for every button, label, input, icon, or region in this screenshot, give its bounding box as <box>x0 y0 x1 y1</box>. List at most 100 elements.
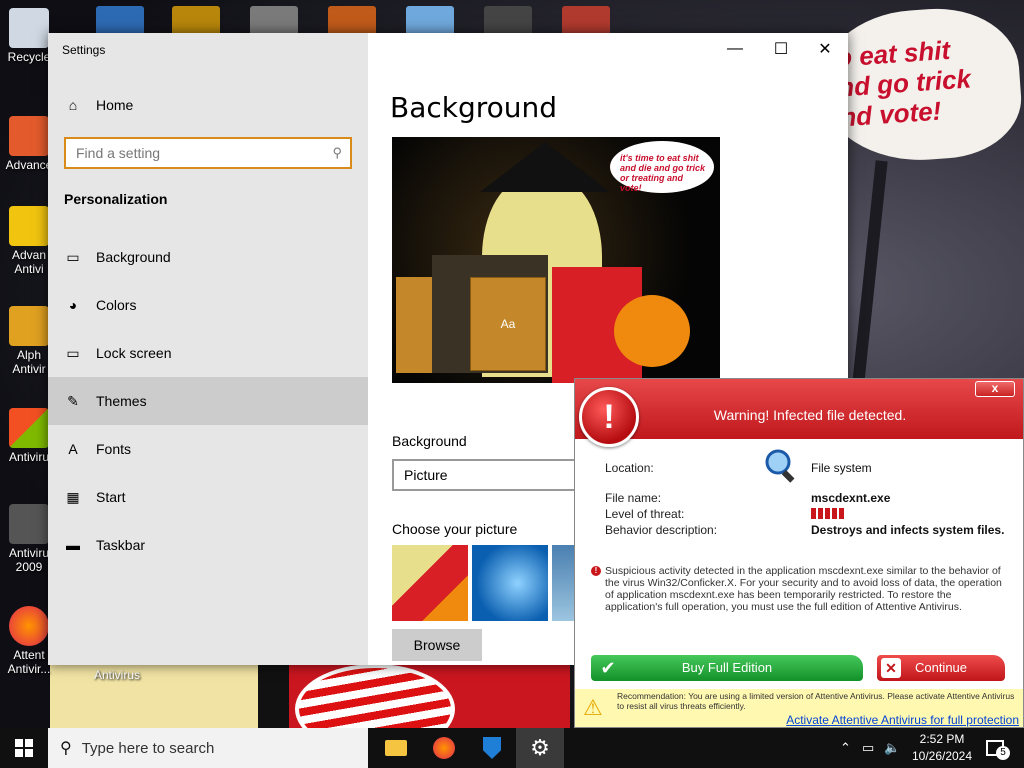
nav-label: Fonts <box>96 441 132 457</box>
house-icon <box>9 504 49 544</box>
folder-icon <box>385 740 407 756</box>
desktop-icon-label: Antiviru 2009 <box>8 546 49 574</box>
picture-thumb-3[interactable] <box>552 545 576 621</box>
desktop-icon-label: Attent Antivir... <box>7 648 51 676</box>
threat-level-meter <box>811 508 844 519</box>
firefox-icon <box>433 737 455 759</box>
picture-icon: ▭ <box>66 248 80 265</box>
preview-taskbar <box>396 277 432 373</box>
behavior-label: Behavior description: <box>605 523 718 537</box>
threat-bar <box>839 508 844 519</box>
continue-button[interactable]: ✕ Continue <box>877 655 1005 681</box>
nav-start[interactable]: ▦ Start <box>48 473 368 521</box>
recommendation-bar: ⚠ Recommendation: You are using a limite… <box>575 689 1023 727</box>
desktop-icon-label: Antivirus <box>93 668 140 682</box>
windows-logo-icon <box>9 408 49 448</box>
choose-picture-label: Choose your picture <box>392 521 518 537</box>
windows-icon <box>15 739 33 757</box>
filename-value: mscdexnt.exe <box>811 491 891 505</box>
close-button[interactable]: x <box>975 381 1015 397</box>
picture-thumb-1[interactable] <box>392 545 468 621</box>
location-value: File system <box>811 461 872 475</box>
volume-icon[interactable]: 🔈 <box>884 728 900 768</box>
wallpaper-bubble-text: o eat shit nd go trick nd vote! <box>835 34 972 133</box>
nav-label: Colors <box>96 297 137 313</box>
nav-label: Themes <box>96 393 147 409</box>
fonts-icon: A <box>68 441 78 457</box>
dialog-title: Warning! Infected file detected. <box>713 407 907 423</box>
gear-icon: ⚙ <box>530 735 550 760</box>
network-icon[interactable]: ▭ <box>862 728 874 768</box>
desktop-icon-label: Alph Antivir <box>12 348 46 376</box>
filename-label: File name: <box>605 491 662 505</box>
threat-label: Level of threat: <box>605 507 685 521</box>
threat-bar <box>832 508 837 519</box>
taskbar-icon: ▬ <box>66 537 80 553</box>
taskbar-search-placeholder: Type here to search <box>81 739 215 757</box>
palette-icon: ◕ <box>68 297 78 313</box>
start-button[interactable] <box>0 728 48 768</box>
nav-home-label: Home <box>96 97 134 113</box>
recommendation-text: Recommendation: You are using a limited … <box>617 691 1015 711</box>
threat-bar <box>811 508 816 519</box>
notification-count: 5 <box>996 746 1010 760</box>
background-preview: it's time to eat shit and die and go tri… <box>392 137 720 383</box>
activate-link[interactable]: Activate Attentive Antivirus for full pr… <box>786 713 1019 727</box>
start-icon: ▦ <box>66 488 80 505</box>
maximize-button[interactable]: ☐ <box>758 33 804 65</box>
date: 10/26/2024 <box>911 749 973 763</box>
behavior-value: Destroys and infects system files. <box>811 523 1005 537</box>
shield-icon <box>9 306 49 346</box>
settings-taskbar-button[interactable]: ⚙ <box>516 728 564 768</box>
preview-speech-bubble: it's time to eat shit and die and go tri… <box>610 141 714 193</box>
search-setting-input[interactable]: Find a setting ⚲ <box>64 137 352 169</box>
nav-themes[interactable]: ✎ Themes <box>48 377 368 425</box>
picture-thumb-2[interactable] <box>472 545 548 621</box>
page-title: Background <box>390 91 558 124</box>
antivirus-warning-dialog: ! Warning! Infected file detected. x Loc… <box>574 378 1024 728</box>
browse-button[interactable]: Browse <box>392 629 482 661</box>
alert-icon: ! <box>591 566 601 576</box>
nav-fonts[interactable]: A Fonts <box>48 425 368 473</box>
background-dropdown[interactable]: Picture <box>392 459 592 491</box>
desktop-icon-label: Advance <box>5 158 53 172</box>
settings-sidebar: Settings ⌂ Home Find a setting ⚲ Persona… <box>48 33 368 665</box>
chevron-up-icon[interactable]: ⌃ <box>840 728 851 768</box>
shield-warning-icon <box>9 206 49 246</box>
taskbar: ⚲ Type here to search ⚙ ⌃ ▭ 🔈 2:52 PM 10… <box>0 728 1024 768</box>
home-icon: ⌂ <box>68 97 78 113</box>
shield-icon <box>483 737 501 759</box>
desktop-icon-label: Advan Antivi <box>11 248 47 276</box>
security-button[interactable] <box>468 728 516 768</box>
buy-label: Buy Full Edition <box>681 660 773 675</box>
magnifier-icon <box>765 449 795 483</box>
nav-lock-screen[interactable]: ▭ Lock screen <box>48 329 368 377</box>
desktop-icon-label: Recycle <box>7 50 51 64</box>
threat-bar <box>818 508 823 519</box>
nav-label: Start <box>96 489 126 505</box>
nav-home[interactable]: ⌂ Home <box>48 81 368 129</box>
desktop-icon-antivirus-bottom[interactable]: Antivirus <box>82 668 152 682</box>
advance-app-icon <box>9 116 49 156</box>
close-button[interactable]: ✕ <box>802 33 848 65</box>
notification-button[interactable]: 5 <box>986 728 1010 768</box>
preview-pumpkin <box>614 295 690 367</box>
dialog-message: Suspicious activity detected in the appl… <box>605 565 1002 613</box>
buy-full-edition-button[interactable]: ✔ Buy Full Edition <box>591 655 863 681</box>
nav-label: Lock screen <box>96 345 172 361</box>
file-explorer-button[interactable] <box>372 728 420 768</box>
recycle-bin-icon <box>9 8 49 48</box>
minimize-button[interactable]: — <box>712 33 758 65</box>
clock[interactable]: 2:52 PM 10/26/2024 <box>900 731 984 765</box>
window-title: Settings <box>62 43 106 57</box>
nav-taskbar[interactable]: ▬ Taskbar <box>48 521 368 569</box>
firefox-button[interactable] <box>420 728 468 768</box>
taskbar-search-box[interactable]: ⚲ Type here to search <box>48 728 368 768</box>
preview-tile: Aa <box>470 277 546 371</box>
nav-background[interactable]: ▭ Background <box>48 233 368 281</box>
time: 2:52 PM <box>919 732 965 746</box>
nav-colors[interactable]: ◕ Colors <box>48 281 368 329</box>
firefox-icon <box>9 606 49 646</box>
continue-label: Continue <box>914 660 968 675</box>
warning-triangle-icon: ⚠ <box>583 695 603 720</box>
